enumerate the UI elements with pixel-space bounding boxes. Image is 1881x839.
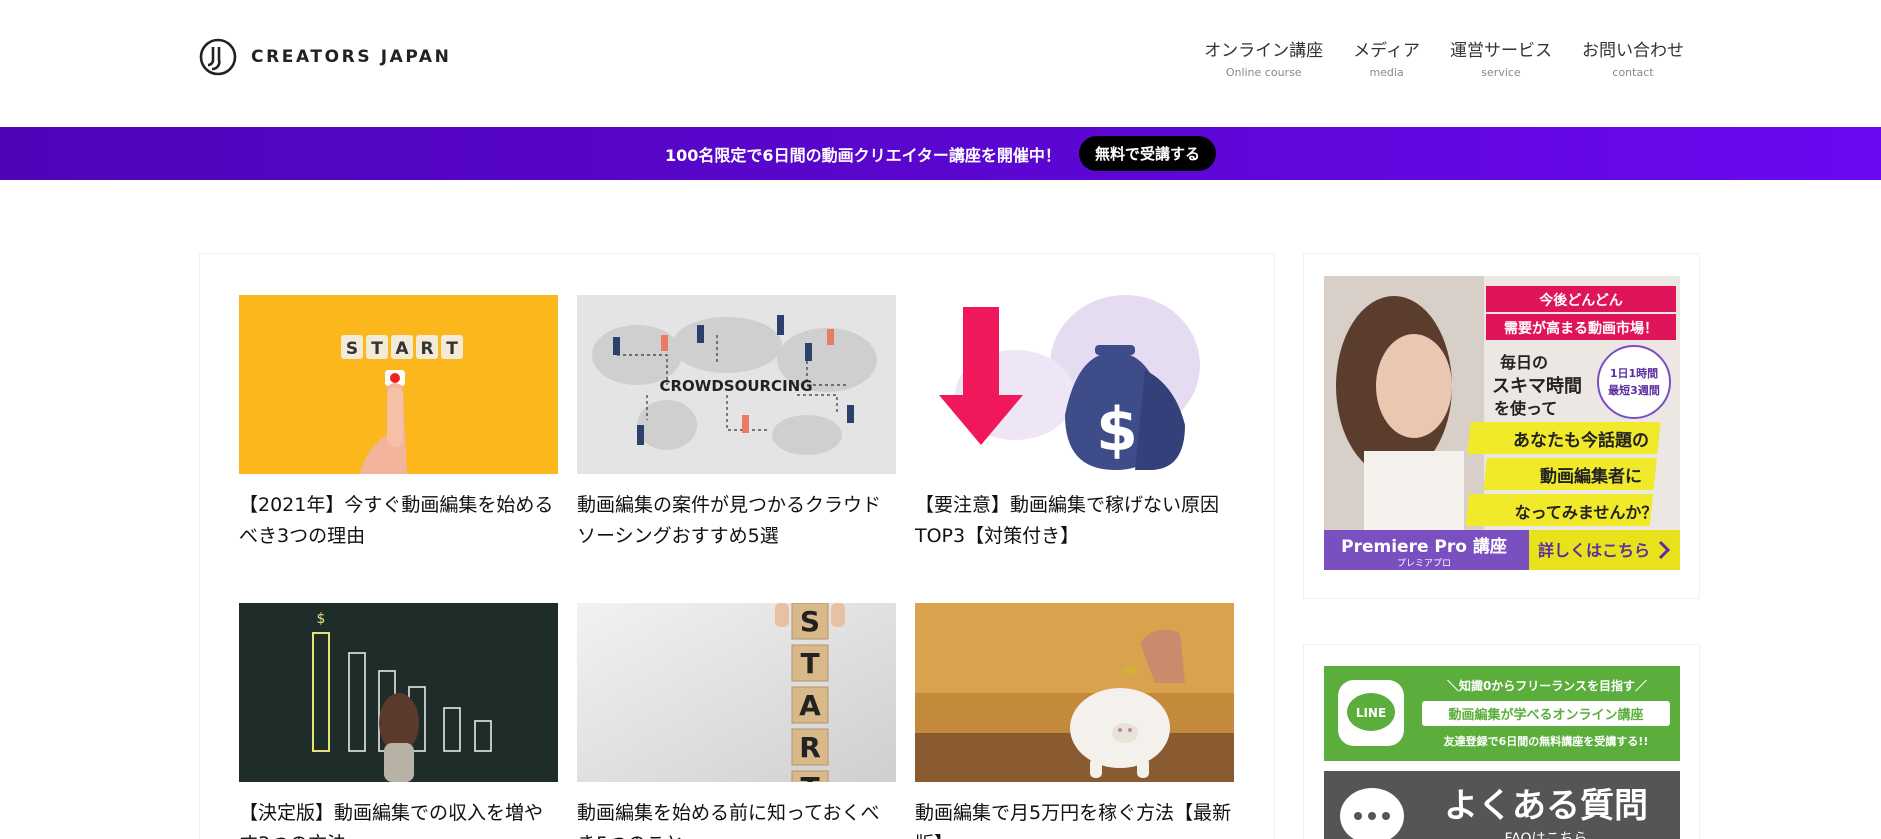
nav-label: 運営サービス [1450,41,1552,61]
nav-sublabel: Online course [1225,66,1302,79]
post-title[interactable]: 動画編集を始める前に知っておくべき5つのこと [577,798,896,839]
nav-sublabel: media [1369,66,1404,79]
post-thumbnail[interactable]: CROWDSOURCING [577,295,896,474]
ad-circle-text: 1日1時間 [1610,366,1658,380]
ad-headline: 動画編集者に [1540,466,1642,487]
svg-text:A: A [799,689,821,722]
nav-online-course[interactable]: オンライン講座 Online course [1204,36,1323,79]
nav-media[interactable]: メディア media [1353,36,1420,79]
svg-text:R: R [420,339,433,359]
faq-title: よくある質問 [1444,786,1648,826]
ad-line: 友達登録で6日間の無料講座を受講する!! [1444,734,1649,748]
ad-line: スキマ時間 [1492,376,1582,397]
post-thumbnail[interactable] [915,603,1234,782]
svg-text:A: A [395,339,409,359]
post-title[interactable]: 【決定版】動画編集での収入を増やす3つの方法 [239,798,558,839]
post-title[interactable]: 動画編集で月5万円を稼ぐ方法【最新版】 [915,798,1234,839]
ad-line: を使って [1494,399,1557,418]
post-thumbnail[interactable]: $ [915,295,1234,474]
sidebar-widget: 今後どんどん 需要が高まる動画市場！ 毎日の スキマ時間 を使って 1日1時間 … [1303,253,1700,599]
ad-line: ＼知識0からフリーランスを目指す／ [1447,678,1647,693]
svg-text:T: T [371,339,383,359]
ad-product-name: Premiere Pro 講座 [1341,536,1507,557]
main-nav: オンライン講座 Online course メディア media 運営サービス … [1204,36,1684,79]
post-card[interactable]: START 【2021年】今すぐ動画編集を始めるべき3つの理由 [239,295,558,552]
post-list: START 【2021年】今すぐ動画編集を始めるべき3つの理由 CROWDSOU… [199,253,1275,839]
post-card[interactable]: $ 【決定版】動画編集での収入を増やす3つの方法 [239,603,558,839]
ad-tag: 需要が高まる動画市場！ [1504,320,1658,337]
logo-text: CREATORS JAPAN [251,47,452,67]
ad-circle-text: 最短3週間 [1608,383,1660,397]
site-logo[interactable]: CREATORS JAPAN [199,38,451,76]
faq-ad[interactable]: よくある質問 FAQはこちら [1324,771,1680,839]
line-course-ad[interactable]: LINE ＼知識0からフリーランスを目指す／ 動画編集が学べるオンライン講座 友… [1324,666,1680,761]
ad-line: 毎日の [1500,353,1548,372]
nav-sublabel: contact [1612,66,1654,79]
post-card[interactable]: STA RT 動画編集を始める前に知っておくべき5つのこと [577,603,896,839]
svg-text:T: T [800,771,819,782]
promo-banner: 100名限定で6日間の動画クリエイター講座を開催中！ 無料で受講する [0,127,1881,180]
post-title[interactable]: 【2021年】今すぐ動画編集を始めるべき3つの理由 [239,490,558,552]
svg-text:S: S [800,605,820,638]
svg-text:R: R [799,731,821,764]
site-header: CREATORS JAPAN オンライン講座 Online course メディ… [0,0,1881,126]
ad-cta: 詳しくはこちら [1538,541,1650,560]
faq-subtitle: FAQはこちら [1504,831,1587,839]
nav-label: オンライン講座 [1204,41,1324,61]
logo-mark-icon [199,38,237,76]
ad-line: 動画編集が学べるオンライン講座 [1448,707,1643,723]
thumb-caption: $ [1096,395,1138,465]
svg-text:T: T [446,339,458,359]
post-title[interactable]: 【要注意】動画編集で稼げない原因TOP3【対策付き】 [915,490,1234,552]
nav-sublabel: service [1481,66,1521,79]
ad-product-sub: プレミアプロ [1397,558,1451,569]
ad-headline: あなたも今話題の [1513,430,1649,451]
post-thumbnail[interactable]: $ [239,603,558,782]
thumb-caption: CROWDSOURCING [659,377,812,395]
premiere-pro-ad[interactable]: 今後どんどん 需要が高まる動画市場！ 毎日の スキマ時間 を使って 1日1時間 … [1324,276,1680,570]
post-thumbnail[interactable]: START [239,295,558,474]
nav-contact[interactable]: お問い合わせ contact [1582,36,1684,79]
post-card[interactable]: 動画編集で月5万円を稼ぐ方法【最新版】 [915,603,1234,839]
svg-text:S: S [346,339,358,359]
free-enroll-button[interactable]: 無料で受講する [1078,136,1216,171]
nav-label: お問い合わせ [1582,41,1684,61]
nav-service[interactable]: 運営サービス service [1450,36,1552,79]
nav-label: メディア [1353,41,1420,61]
post-title[interactable]: 動画編集の案件が見つかるクラウドソーシングおすすめ5選 [577,490,896,552]
line-icon: LINE [1356,706,1386,720]
promo-text: 100名限定で6日間の動画クリエイター講座を開催中！ [665,145,1061,165]
svg-text:T: T [800,647,819,680]
sidebar-widget: LINE ＼知識0からフリーランスを目指す／ 動画編集が学べるオンライン講座 友… [1303,644,1700,839]
post-thumbnail[interactable]: STA RT [577,603,896,782]
ad-tag: 今後どんどん [1538,292,1623,309]
ad-headline: なってみませんか？ [1515,503,1658,522]
post-card[interactable]: CROWDSOURCING 動画編集の案件が見つかるクラウドソーシングおすすめ5… [577,295,896,552]
post-card[interactable]: $ 【要注意】動画編集で稼げない原因TOP3【対策付き】 [915,295,1234,552]
thumb-caption: $ [317,611,326,627]
